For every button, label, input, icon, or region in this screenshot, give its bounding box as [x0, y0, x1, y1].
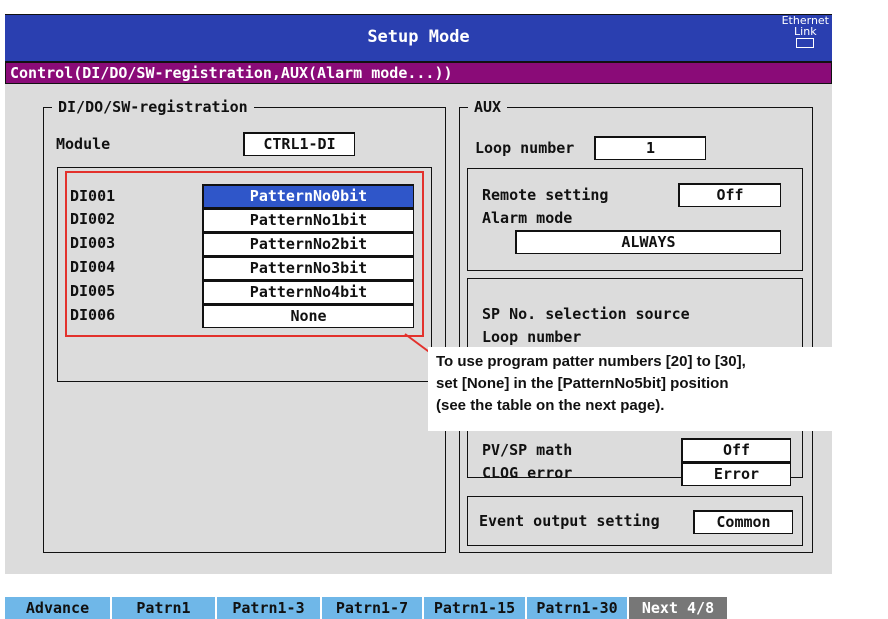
softkey-patrn1-7[interactable]: Patrn1-7	[320, 597, 422, 619]
softkey-patrn1-3[interactable]: Patrn1-3	[215, 597, 320, 619]
link-label: Link	[794, 25, 817, 38]
section-path: Control(DI/DO/SW-registration,AUX(Alarm …	[5, 62, 832, 84]
event-output-label: Event output setting	[479, 512, 660, 530]
title-bar: Setup Mode Ethernet Link	[5, 14, 832, 62]
loop-number-field[interactable]: 1	[594, 136, 706, 160]
clog-error-field[interactable]: Error	[681, 462, 791, 486]
group-title-di-do-sw: DI/DO/SW-registration	[52, 98, 254, 116]
softkey-bar: Advance Patrn1 Patrn1-3 Patrn1-7 Patrn1-…	[5, 597, 832, 619]
softkey-next[interactable]: Next 4/8	[627, 597, 727, 619]
link-status-icon	[796, 38, 815, 48]
module-field[interactable]: CTRL1-DI	[243, 132, 355, 156]
event-output-field[interactable]: Common	[693, 510, 793, 534]
sp-selection-label: SP No. selection source	[482, 305, 690, 323]
main-panel: DI/DO/SW-registration Module CTRL1-DI DI…	[5, 84, 832, 574]
softkey-patrn1[interactable]: Patrn1	[110, 597, 215, 619]
alarm-mode-label: Alarm mode	[482, 209, 573, 227]
remote-setting-label: Remote setting	[482, 186, 609, 204]
screen-title: Setup Mode	[367, 27, 470, 47]
callout-line-1: To use program patter numbers [20] to [3…	[436, 353, 746, 370]
clog-error-label: CLOG error	[482, 464, 573, 482]
module-label: Module	[56, 135, 111, 153]
softkey-patrn1-15[interactable]: Patrn1-15	[422, 597, 525, 619]
pv-sp-math-label: PV/SP math	[482, 441, 573, 459]
pv-sp-math-field[interactable]: Off	[681, 438, 791, 462]
group-title-aux: AUX	[468, 98, 508, 116]
alarm-mode-field[interactable]: ALWAYS	[515, 230, 781, 254]
setup-screen: Setup Mode Ethernet Link Control(DI/DO/S…	[0, 0, 888, 619]
di-highlight-box	[65, 171, 424, 337]
ethernet-link-indicator: Ethernet Link	[782, 15, 829, 48]
callout-line-3: (see the table on the next page).	[436, 397, 665, 414]
annotation-callout: To use program patter numbers [20] to [3…	[428, 347, 832, 431]
softkey-patrn1-30[interactable]: Patrn1-30	[525, 597, 627, 619]
softkey-advance[interactable]: Advance	[5, 597, 110, 619]
loop-number-label: Loop number	[475, 139, 575, 157]
sp-loop-number-label: Loop number	[482, 328, 582, 346]
remote-setting-field[interactable]: Off	[678, 183, 781, 207]
callout-line-2: set [None] in the [PatternNo5bit] positi…	[436, 375, 729, 392]
